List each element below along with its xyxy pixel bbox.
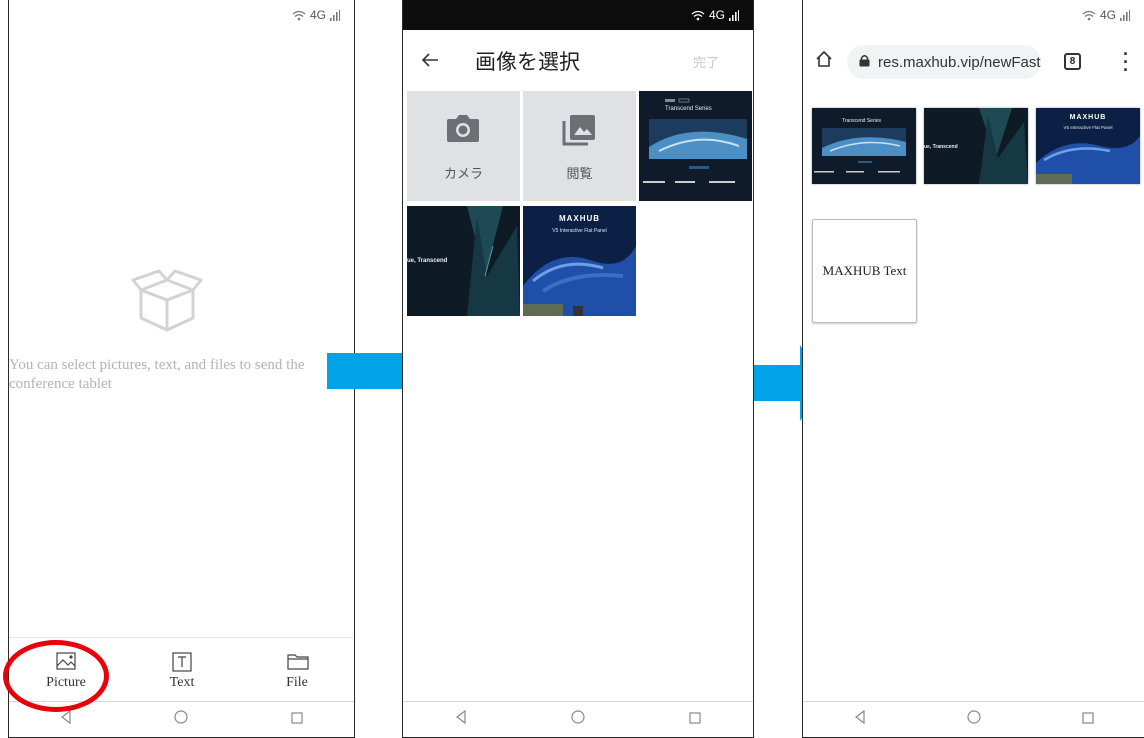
gallery-label: 閲覧 [566, 166, 593, 181]
page-title: 画像を選択 [475, 51, 580, 74]
received-image-thumbnail[interactable]: Transcend Series [812, 108, 916, 184]
empty-box-icon [131, 268, 203, 334]
tab-text-label: Text [169, 675, 195, 690]
system-nav-bar [803, 701, 1144, 737]
home-icon[interactable] [815, 50, 833, 73]
image-thumbnail[interactable]: MAXHUB V5 Interactive Flat Panel [523, 206, 636, 316]
recents-nav-icon[interactable] [689, 711, 701, 729]
tab-switcher-button[interactable]: 8 [1064, 53, 1081, 70]
home-nav-icon[interactable] [174, 710, 189, 729]
system-nav-bar [403, 701, 753, 737]
signal-icon [1120, 9, 1130, 21]
wifi-icon [691, 10, 705, 21]
network-label: 4G [309, 8, 326, 22]
file-icon [287, 652, 309, 672]
recents-nav-icon[interactable] [291, 711, 303, 729]
camera-label: カメラ [443, 166, 483, 181]
wifi-icon [292, 10, 306, 21]
url-bar[interactable]: res.maxhub.vip/newFast [847, 45, 1041, 79]
thumb-text: Transcend Series [665, 106, 712, 112]
thumb-brand: MAXHUB [1069, 114, 1107, 121]
camera-tile[interactable]: カメラ [407, 91, 520, 201]
received-image-thumbnail[interactable]: MAXHUB V5 Interactive Flat Panel [1036, 108, 1140, 184]
gallery-tile[interactable]: 閲覧 [523, 91, 636, 201]
thumb-text: Transcend Series [842, 118, 881, 124]
received-image-thumbnail[interactable]: ue, Transcend [924, 108, 1028, 184]
recents-nav-icon[interactable] [1081, 711, 1094, 729]
back-nav-icon[interactable] [455, 709, 467, 729]
received-text-card[interactable]: MAXHUB Text [812, 219, 917, 323]
phone-screen-image-picker: 4G 画像を選択 完了 カメラ 閲覧 Transcend Series ue, … [402, 0, 754, 738]
phone-screen-send-panel: 4G You can select pictures, text, and fi… [8, 0, 355, 738]
status-bar: 4G [9, 0, 354, 30]
lock-icon [859, 54, 870, 71]
tab-file-label: File [286, 675, 308, 690]
done-button[interactable]: 完了 [693, 52, 719, 71]
gallery-icon [561, 113, 597, 152]
camera-icon [445, 113, 481, 148]
thumb-text: V5 Interactive Flat Panel [1063, 125, 1113, 130]
tab-text[interactable]: Text [137, 652, 227, 691]
image-thumbnail[interactable]: ue, Transcend [407, 206, 520, 316]
wifi-icon [1082, 10, 1096, 21]
signal-icon [330, 9, 340, 21]
network-label: 4G [1099, 8, 1116, 22]
thumb-text: ue, Transcend [924, 144, 958, 150]
thumb-text: V5 Interactive Flat Panel [552, 228, 607, 234]
url-text: res.maxhub.vip/newFast [878, 53, 1041, 71]
status-bar: 4G [803, 0, 1144, 30]
empty-state-message: You can select pictures, text, and files… [9, 357, 305, 392]
back-nav-icon[interactable] [60, 709, 72, 729]
overflow-menu-icon[interactable]: · · · [1123, 45, 1129, 79]
home-nav-icon[interactable] [966, 710, 981, 729]
image-thumbnail[interactable]: Transcend Series [639, 91, 752, 201]
back-nav-icon[interactable] [854, 709, 866, 729]
phone-screen-browser: 4G res.maxhub.vip/newFast 8 · · · Transcen… [802, 0, 1144, 738]
tab-file[interactable]: File [252, 652, 342, 691]
thumb-text: ue, Transcend [407, 258, 448, 264]
signal-icon [729, 9, 739, 21]
back-arrow-icon[interactable] [421, 48, 439, 74]
thumb-brand: MAXHUB [558, 214, 601, 223]
status-bar: 4G [403, 0, 753, 30]
highlight-circle [3, 640, 109, 712]
text-icon [172, 652, 192, 672]
network-label: 4G [708, 8, 725, 22]
home-nav-icon[interactable] [571, 710, 585, 729]
